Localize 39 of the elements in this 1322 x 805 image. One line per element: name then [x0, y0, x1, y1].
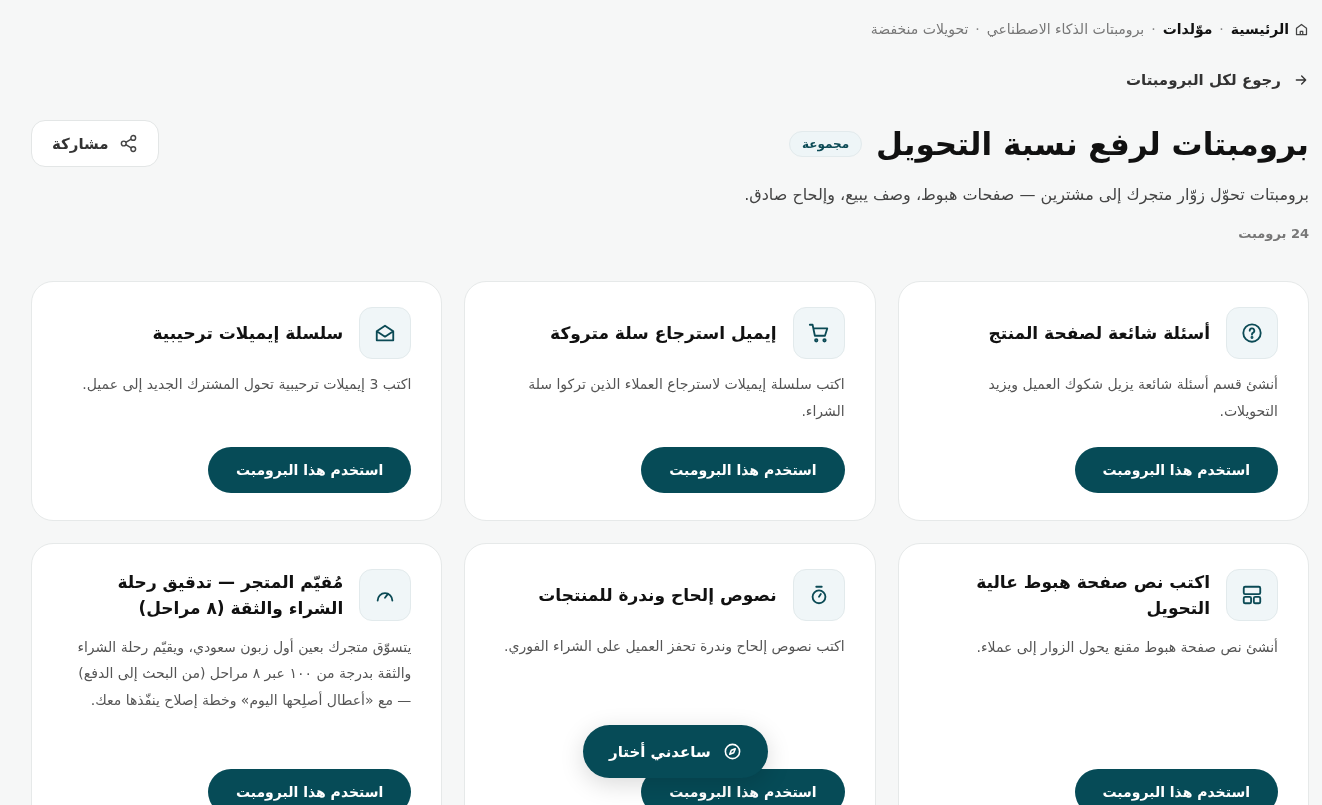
cart-icon	[807, 322, 830, 344]
card-description: أنشئ قسم أسئلة شائعة يزيل شكوك العميل ويزيد التحويلات.	[987, 374, 1278, 422]
breadcrumb-separator: ·	[1219, 21, 1224, 37]
card-title: إيميل استرجاع سلة متروكة	[550, 321, 777, 346]
help-me-choose-button[interactable]: ساعدني أختار	[583, 725, 768, 778]
card-title: أسئلة شائعة لصفحة المنتج	[988, 321, 1210, 346]
back-link[interactable]: رجوع لكل البرومبتات	[1125, 71, 1309, 89]
envelope-icon	[374, 322, 397, 344]
breadcrumb-link[interactable]: الرئيسية	[1230, 21, 1309, 37]
breadcrumb-link[interactable]: تحويلات منخفضة	[870, 21, 969, 37]
card-description: أنشئ نص صفحة هبوط مقنع يحول الزوار إلى عملاء.	[975, 637, 1278, 658]
prompt-count: 24 برومبت	[1237, 226, 1309, 241]
card-description: يتسوّق متجرك بعين أول زبون سعودي، ويقيّم رحلة الشراء والثقة بدرجة من ١٠٠ عبر ٨ مراحل (من البحث إلى الدفع) — مع «أعطال أصلِحها اليوم» وخطة إصلاح ينفّذها معك.	[76, 637, 412, 711]
home-icon	[1294, 21, 1309, 37]
card-title: سلسلة إيميلات ترحيبية	[152, 321, 344, 346]
card-description: اكتب 3 إيميلات ترحيبية تحول المشترك الجديد إلى عميل.	[81, 375, 412, 395]
breadcrumb-link[interactable]: برومبتات الذكاء الاصطناعي	[986, 21, 1145, 37]
share-icon	[118, 134, 138, 153]
use-prompt-button[interactable]: استخدم هذا البرومبت	[641, 447, 845, 493]
card-title: مُقيّم المتجر — تدقيق رحلة الشراء والثقة (٨ مراحل)	[116, 571, 344, 621]
use-prompt-button[interactable]: استخدم هذا البرومبت	[207, 447, 412, 493]
card-title: اكتب نص صفحة هبوط عالية التحويل	[975, 571, 1210, 621]
breadcrumb-separator: ·	[1151, 21, 1156, 37]
arrow-right-icon	[1293, 72, 1309, 88]
layout-icon	[1241, 584, 1263, 607]
card-description: اكتب نصوص إلحاح وندرة تحفز العميل على الشراء الفوري.	[503, 637, 845, 657]
card-title: نصوص إلحاح وندرة للمنتجات	[538, 583, 777, 608]
compass-icon	[722, 742, 742, 761]
use-prompt-button[interactable]: استخدم هذا البرومبت	[207, 769, 412, 805]
use-prompt-button[interactable]: استخدم هذا البرومبت	[1074, 447, 1278, 493]
page-subtitle: برومبتات تحوّل زوّار متجرك إلى مشترين — صفحات هبوط، وصف يبيع، وإلحاح صادق.	[743, 185, 1309, 204]
question-icon	[1241, 322, 1263, 344]
page-title: برومبتات لرفع نسبة التحويل	[876, 125, 1309, 162]
breadcrumb-separator: ·	[975, 21, 980, 37]
share-button[interactable]: مشاركة	[31, 120, 159, 167]
use-prompt-button[interactable]: استخدم هذا البرومبت	[1074, 769, 1278, 805]
breadcrumb-link[interactable]: موّلدات	[1162, 21, 1213, 37]
card-description: اكتب سلسلة إيميلات لاسترجاع العملاء الذين تركوا سلة الشراء.	[527, 375, 845, 422]
collection-badge: مجموعة	[788, 130, 863, 157]
